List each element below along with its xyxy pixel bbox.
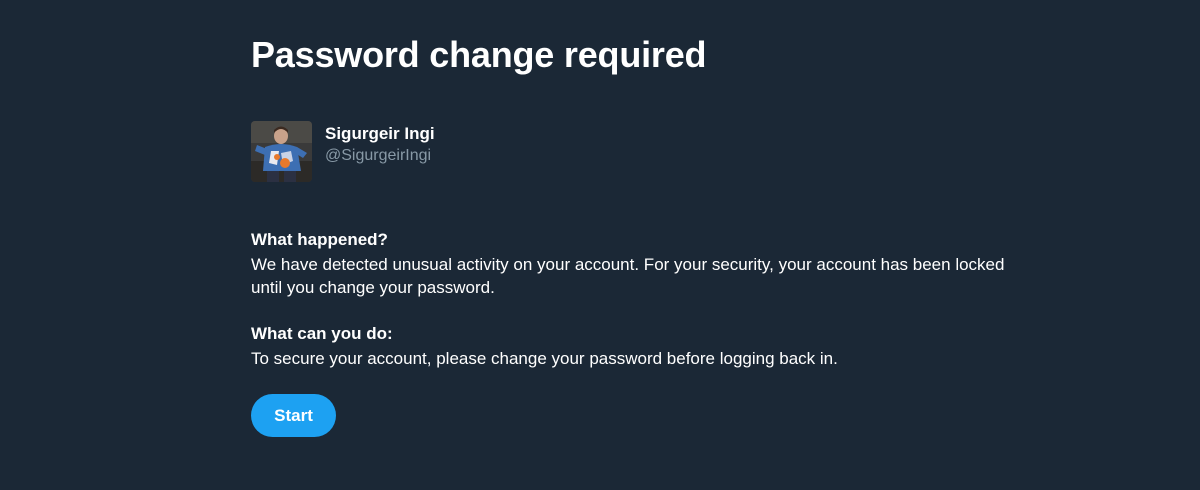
what-happened-section: What happened? We have detected unusual … xyxy=(251,229,1031,299)
section-body: We have detected unusual activity on you… xyxy=(251,255,1005,297)
section-body: To secure your account, please change yo… xyxy=(251,349,838,368)
display-name: Sigurgeir Ingi xyxy=(325,124,435,143)
start-button[interactable]: Start xyxy=(251,394,336,437)
account-info: Sigurgeir Ingi @SigurgeirIngi xyxy=(325,121,435,167)
page-title: Password change required xyxy=(251,34,707,75)
what-can-you-do-section: What can you do: To secure your account,… xyxy=(251,323,1031,370)
section-heading: What happened? xyxy=(251,230,388,249)
avatar xyxy=(251,121,312,182)
section-heading: What can you do: xyxy=(251,324,393,343)
account-card: Sigurgeir Ingi @SigurgeirIngi xyxy=(251,121,435,182)
username-handle: @SigurgeirIngi xyxy=(325,147,432,164)
